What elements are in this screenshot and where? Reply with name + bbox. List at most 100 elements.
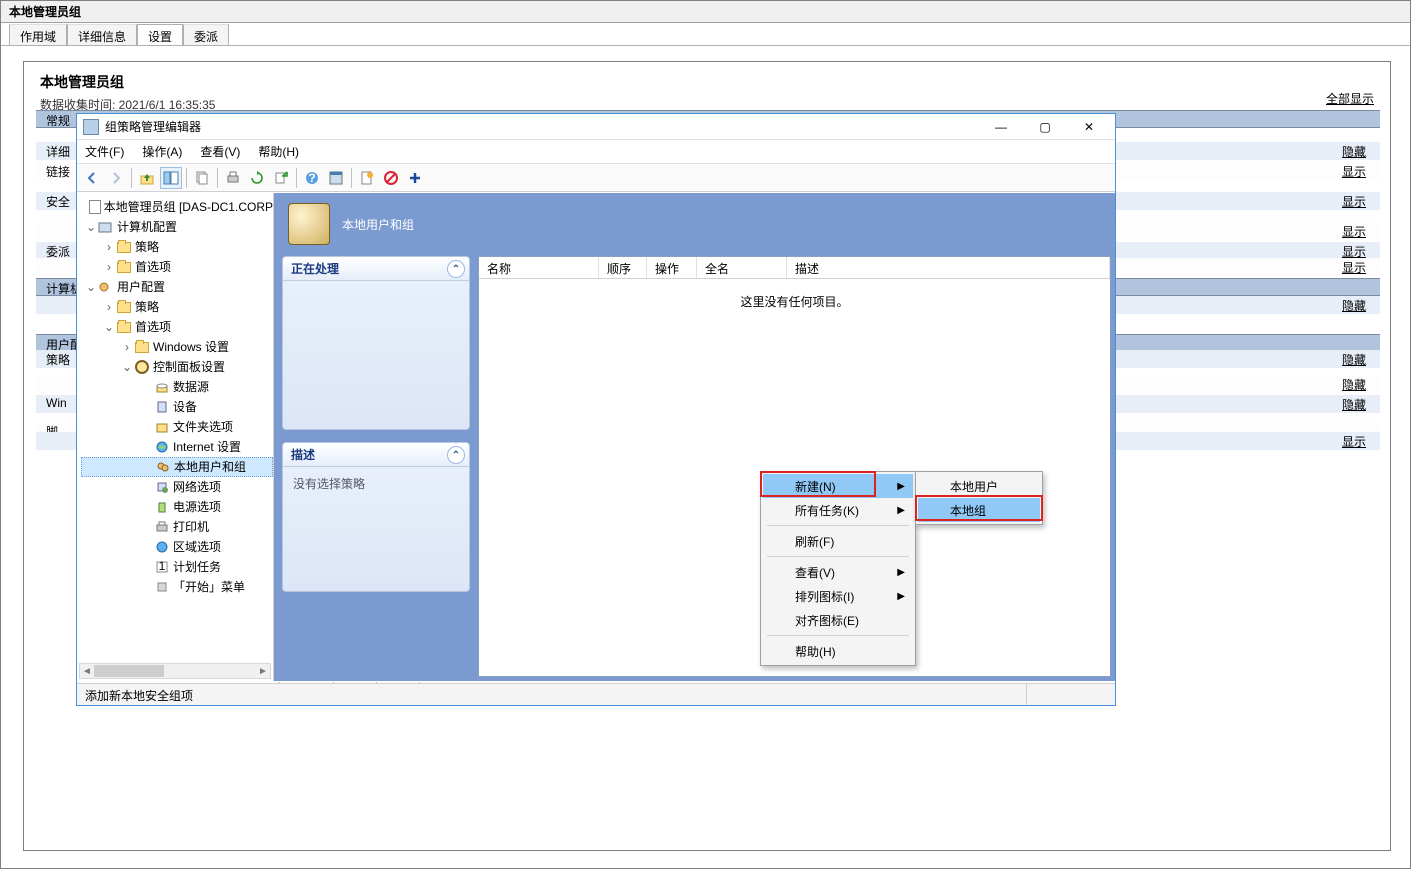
minimize-button[interactable]: — [989,120,1013,134]
show-all-link[interactable]: 全部显示 [1326,90,1374,107]
tab-settings[interactable]: 设置 [137,24,183,46]
context-submenu[interactable]: 本地用户本地组 [915,471,1043,525]
menu-item[interactable]: 帮助(H) [763,639,913,663]
copy-icon[interactable] [191,167,213,189]
tree-caret[interactable]: › [103,237,115,257]
scroll-right-icon[interactable]: ► [256,666,270,677]
tree-caret[interactable]: › [103,257,115,277]
tree-caret[interactable]: › [121,337,133,357]
stop-icon[interactable] [380,167,402,189]
scroll-left-icon[interactable]: ◄ [80,666,94,677]
menu-item[interactable]: 本地用户 [918,474,1040,498]
tree-caret[interactable]: ⌄ [121,357,133,377]
add-icon[interactable] [404,167,426,189]
col-action[interactable]: 操作 [647,257,697,278]
tree-computer-config[interactable]: ⌄计算机配置 [81,217,273,237]
menu-item[interactable]: 排列图标(I)▶ [763,584,913,608]
tab-details[interactable]: 详细信息 [67,24,137,46]
menu-item[interactable]: 新建(N)▶ [763,474,913,498]
menu-item[interactable]: 本地组 [918,498,1040,522]
tree-user-config[interactable]: ⌄ 用户配置 [81,277,273,297]
description-card-header[interactable]: 描述 ⌃ [283,443,469,467]
menu-view[interactable]: 查看(V) [200,143,240,160]
tree-win-settings[interactable]: ›Windows 设置 [81,337,273,357]
tree-leaf-6[interactable]: 电源选项 [81,497,273,517]
tree-leaf-0[interactable]: 数据源 [81,377,273,397]
menu-item[interactable]: 刷新(F) [763,529,913,553]
tree-leaf-5[interactable]: 网络选项 [81,477,273,497]
col-order[interactable]: 顺序 [599,257,647,278]
print-icon[interactable] [222,167,244,189]
tree-node-label: 用户配置 [117,277,165,297]
col-fullname[interactable]: 全名 [697,257,787,278]
bg-row-link[interactable]: 显示 [1342,433,1366,450]
processing-card: 正在处理 ⌃ [282,256,470,430]
tree-comp-pref[interactable]: ›首选项 [81,257,273,277]
maximize-button[interactable]: ▢ [1033,120,1057,134]
menu-action[interactable]: 操作(A) [142,143,182,160]
tree-user-pref[interactable]: ⌄首选项 [81,317,273,337]
tree-horizontal-scrollbar[interactable]: ◄ ► [79,663,271,679]
book-icon[interactable] [356,167,378,189]
tab-scope[interactable]: 作用域 [9,24,67,46]
show-tree-icon[interactable] [160,167,182,189]
collapse-icon[interactable]: ⌃ [447,260,465,278]
submenu-arrow-icon: ▶ [897,505,905,516]
tree-leaf-1[interactable]: 设备 [81,397,273,417]
tree-leaf-4[interactable]: 本地用户和组 [81,457,273,477]
scroll-thumb[interactable] [94,665,164,677]
bg-row-link[interactable]: 显示 [1342,193,1366,210]
bg-row-link[interactable]: 隐藏 [1342,376,1366,393]
menu-file[interactable]: 文件(F) [85,143,124,160]
gpme-titlebar[interactable]: 组策略管理编辑器 — ▢ ✕ [77,114,1115,140]
tree-caret[interactable]: › [103,297,115,317]
tree-caret[interactable]: ⌄ [85,277,97,297]
tree-leaf-9[interactable]: 1计划任务 [81,557,273,577]
tree-node-label: 本地管理员组 [DAS-DC1.CORP [104,197,273,217]
tree-leaf-2[interactable]: 文件夹选项 [81,417,273,437]
nav-forward-icon[interactable] [105,167,127,189]
refresh-icon[interactable] [246,167,268,189]
bg-row-label: 安全 [46,193,70,210]
bg-row-link[interactable]: 隐藏 [1342,297,1366,314]
bg-row-link[interactable]: 隐藏 [1342,143,1366,160]
toolbar-sep [131,168,132,188]
tree-leaf-7[interactable]: 打印机 [81,517,273,537]
bg-row-link[interactable]: 显示 [1342,223,1366,240]
nav-back-icon[interactable] [81,167,103,189]
tab-delegate[interactable]: 委派 [183,24,229,46]
tree-leaf-10[interactable]: 「开始」菜单 [81,577,273,597]
tree-user-policy[interactable]: ›策略 [81,297,273,317]
tree-root[interactable]: 本地管理员组 [DAS-DC1.CORP [81,197,273,217]
processing-card-header[interactable]: 正在处理 ⌃ [283,257,469,281]
gpo-tree[interactable]: 本地管理员组 [DAS-DC1.CORP⌄计算机配置›策略›首选项⌄用户配置›策… [77,193,273,597]
gpme-app-icon [83,119,99,135]
col-desc[interactable]: 描述 [787,257,1110,278]
tree-node-label: 设备 [173,397,197,417]
properties-icon[interactable] [325,167,347,189]
menu-separator [767,525,909,526]
bg-row-link[interactable]: 隐藏 [1342,396,1366,413]
export-icon[interactable] [270,167,292,189]
up-folder-icon[interactable] [136,167,158,189]
tree-node-icon [115,299,133,315]
tree-leaf-8[interactable]: 区域选项 [81,537,273,557]
tree-comp-policy[interactable]: ›策略 [81,237,273,257]
context-menu[interactable]: 新建(N)▶所有任务(K)▶ 刷新(F) 查看(V)▶排列图标(I)▶对齐图标(E)… [760,471,916,666]
bg-row-link[interactable]: 隐藏 [1342,351,1366,368]
tree-leaf-3[interactable]: Internet 设置 [81,437,273,457]
col-name[interactable]: 名称 [479,257,599,278]
tree-cp-settings[interactable]: ⌄控制面板设置 [81,357,273,377]
tree-node-icon [153,399,171,415]
menu-item[interactable]: 查看(V)▶ [763,560,913,584]
bg-row-link[interactable]: 显示 [1342,259,1366,276]
close-button[interactable]: ✕ [1077,120,1101,134]
menu-item[interactable]: 对齐图标(E) [763,608,913,632]
tree-caret[interactable]: ⌄ [103,317,115,337]
help-icon[interactable]: ? [301,167,323,189]
tree-caret[interactable]: ⌄ [85,217,97,237]
collapse-icon[interactable]: ⌃ [447,446,465,464]
menu-item[interactable]: 所有任务(K)▶ [763,498,913,522]
bg-row-link[interactable]: 显示 [1342,163,1366,180]
menu-help[interactable]: 帮助(H) [258,143,299,160]
